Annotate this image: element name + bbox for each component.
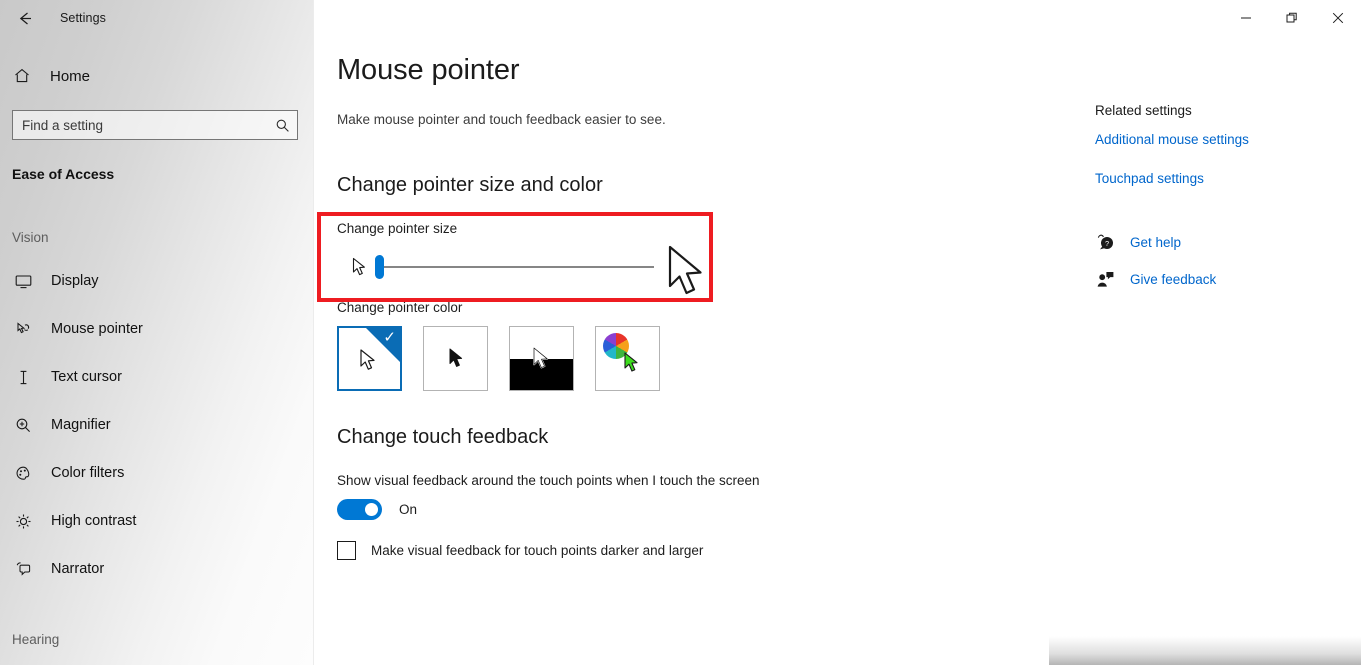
darker-larger-checkbox-label: Make visual feedback for touch points da…	[371, 543, 704, 558]
sidebar-item-home[interactable]: Home	[0, 59, 313, 93]
monitor-icon	[12, 270, 34, 292]
svg-text:?: ?	[1105, 239, 1109, 248]
touch-feedback-toggle[interactable]	[337, 499, 382, 520]
narrator-icon	[12, 558, 34, 580]
sidebar-item-mouse-pointer-label: Mouse pointer	[51, 321, 143, 337]
sidebar-group-hearing: Hearing	[12, 632, 60, 647]
home-icon	[12, 67, 32, 85]
sidebar-category-title: Ease of Access	[12, 166, 115, 182]
large-cursor-preview-icon	[667, 244, 709, 307]
get-help-row[interactable]: ? Get help	[1095, 232, 1345, 253]
page-title: Mouse pointer	[337, 54, 520, 86]
sidebar-item-narrator-label: Narrator	[51, 561, 105, 577]
sidebar-item-text-cursor[interactable]: Text cursor	[0, 353, 313, 401]
touch-feedback-description: Show visual feedback around the touch po…	[337, 473, 760, 488]
additional-mouse-settings-link[interactable]: Additional mouse settings	[1095, 132, 1345, 147]
sidebar-item-color-filters[interactable]: Color filters	[0, 449, 313, 497]
pointer-color-black-option[interactable]	[423, 326, 488, 391]
sidebar-item-magnifier-label: Magnifier	[51, 417, 111, 433]
sidebar-item-narrator[interactable]: Narrator	[0, 545, 313, 593]
sidebar-item-high-contrast[interactable]: High contrast	[0, 497, 313, 545]
main-content: Mouse pointer Make mouse pointer and tou…	[314, 0, 1361, 665]
text-cursor-icon	[12, 366, 34, 388]
pointer-color-white-option[interactable]: ✓	[337, 326, 402, 391]
section-heading-pointer: Change pointer size and color	[337, 174, 603, 196]
small-cursor-preview-icon	[352, 257, 369, 284]
sidebar-nav: Display Mouse pointer Text cursor Magnif…	[0, 257, 313, 593]
brightness-icon	[12, 510, 34, 532]
palette-icon	[12, 462, 34, 484]
touch-feedback-toggle-state: On	[399, 502, 418, 517]
white-cursor-icon	[359, 348, 379, 379]
window-controls	[1223, 0, 1361, 36]
help-panel: ? Get help Give feedback	[1095, 232, 1345, 306]
magnifier-icon	[12, 414, 34, 436]
pointer-color-options: ✓	[337, 326, 660, 391]
search-icon	[267, 118, 297, 133]
touch-feedback-toggle-row: On	[337, 499, 417, 520]
minimize-button[interactable]	[1223, 0, 1269, 36]
sidebar-item-color-filters-label: Color filters	[51, 465, 125, 481]
pointer-color-inverted-option[interactable]	[509, 326, 574, 391]
search-box[interactable]	[12, 110, 298, 140]
change-pointer-color-label: Change pointer color	[337, 300, 463, 315]
app-title: Settings	[60, 11, 106, 25]
change-pointer-size-label: Change pointer size	[337, 221, 458, 236]
green-cursor-icon	[623, 351, 641, 380]
sidebar-group-vision: Vision	[12, 230, 49, 245]
toggle-knob	[365, 503, 378, 516]
sidebar-item-mouse-pointer[interactable]: Mouse pointer	[0, 305, 313, 353]
help-bubble-icon: ?	[1095, 232, 1116, 253]
mouse-pointer-hand-icon	[12, 318, 34, 340]
section-heading-touch: Change touch feedback	[337, 426, 549, 448]
pointer-size-slider-row	[337, 245, 712, 302]
back-arrow-icon[interactable]	[14, 7, 36, 29]
settings-window: Settings Home Ease of Access Vision	[0, 0, 1361, 665]
close-button[interactable]	[1315, 0, 1361, 36]
give-feedback-row[interactable]: Give feedback	[1095, 269, 1345, 290]
window-titlebar-left: Settings	[0, 0, 313, 36]
bottom-edge-shadow	[1049, 613, 1361, 665]
pointer-color-custom-option[interactable]	[595, 326, 660, 391]
sidebar-item-home-label: Home	[50, 67, 91, 85]
pointer-size-slider-thumb[interactable]	[375, 255, 384, 279]
feedback-person-icon	[1095, 269, 1116, 290]
related-settings-heading: Related settings	[1095, 103, 1192, 118]
sidebar-item-display[interactable]: Display	[0, 257, 313, 305]
sidebar-item-display-label: Display	[51, 273, 99, 289]
sidebar-item-magnifier[interactable]: Magnifier	[0, 401, 313, 449]
inverted-cursor-icon	[532, 346, 552, 378]
related-settings-panel: Related settings Additional mouse settin…	[1095, 103, 1345, 186]
sidebar-item-high-contrast-label: High contrast	[51, 513, 137, 529]
maximize-restore-button[interactable]	[1269, 0, 1315, 36]
touchpad-settings-link[interactable]: Touchpad settings	[1095, 171, 1345, 186]
darker-larger-checkbox-row[interactable]: Make visual feedback for touch points da…	[337, 541, 703, 560]
get-help-label: Get help	[1130, 235, 1182, 250]
black-cursor-icon	[448, 347, 465, 375]
sidebar: Settings Home Ease of Access Vision	[0, 0, 314, 665]
darker-larger-checkbox[interactable]	[337, 541, 356, 560]
check-icon: ✓	[383, 329, 396, 346]
page-subtitle: Make mouse pointer and touch feedback ea…	[337, 112, 666, 127]
sidebar-item-text-cursor-label: Text cursor	[51, 369, 122, 385]
search-input[interactable]	[13, 117, 267, 133]
give-feedback-label: Give feedback	[1130, 272, 1217, 287]
pointer-size-slider-track[interactable]	[380, 266, 654, 268]
